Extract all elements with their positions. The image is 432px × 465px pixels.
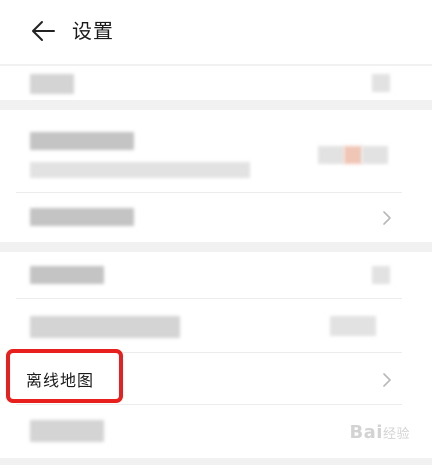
obscured-badge: [344, 146, 362, 164]
settings-card-1: [0, 66, 432, 100]
page-title: 设置: [72, 19, 114, 43]
app-header: 设置: [0, 0, 432, 64]
arrow-left-icon[interactable]: [30, 18, 56, 44]
row-divider: [16, 192, 402, 193]
obscured-value: [318, 146, 344, 164]
obscured-value: [372, 266, 390, 284]
watermark-suffix: 经验: [382, 427, 410, 442]
settings-card-2: [0, 110, 432, 242]
obscured-value: [362, 146, 388, 164]
chevron-right-icon: [383, 373, 391, 387]
obscured-label: [30, 316, 180, 338]
watermark: Bai经验: [349, 422, 410, 443]
highlight-annotation: [6, 349, 123, 403]
obscured-label: [30, 132, 134, 150]
settings-row-obscured[interactable]: [0, 300, 432, 350]
obscured-label: [30, 74, 74, 94]
settings-row-obscured[interactable]: [0, 66, 432, 100]
settings-row-obscured[interactable]: [0, 110, 432, 190]
row-divider: [16, 298, 402, 299]
obscured-value: [372, 74, 390, 92]
watermark-text: Bai: [349, 422, 383, 443]
obscured-label: [30, 266, 104, 284]
obscured-value: [330, 316, 376, 336]
settings-row-obscured[interactable]: [0, 194, 432, 242]
chevron-right-icon: [383, 211, 391, 225]
obscured-label: [30, 208, 134, 226]
settings-row-obscured[interactable]: [0, 252, 432, 298]
obscured-description: [30, 162, 250, 178]
row-divider: [16, 404, 402, 405]
obscured-label: [30, 420, 104, 442]
